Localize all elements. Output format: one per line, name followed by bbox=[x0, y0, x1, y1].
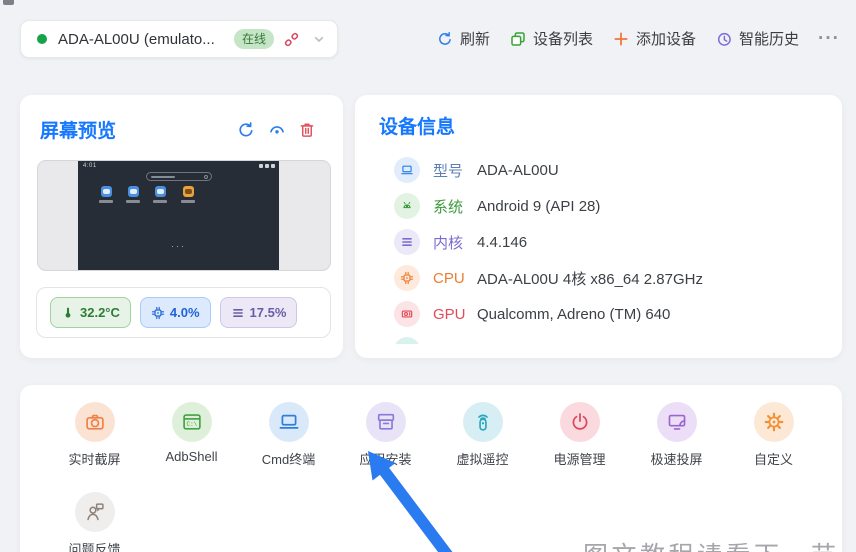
chevron-down-icon[interactable] bbox=[311, 31, 327, 47]
smart-history-label: 智能历史 bbox=[739, 31, 800, 48]
info-row-kernel: 内核 4.4.146 bbox=[355, 224, 842, 260]
online-status-dot-icon bbox=[37, 34, 47, 44]
tools-row-1: 实时截屏 C:\ AdbShell Cmd终端 应用安装 虚拟遥控 电源管理 极… bbox=[20, 385, 842, 468]
preview-actions bbox=[236, 120, 316, 140]
chip-icon bbox=[151, 306, 165, 320]
feedback-icon bbox=[74, 492, 115, 532]
gear-icon bbox=[753, 402, 794, 442]
info-row-gpu: GPU Qualcomm, Adreno (TM) 640 bbox=[355, 296, 842, 332]
device-screenshot-thumbnail[interactable]: 4:01 ··· bbox=[37, 160, 331, 271]
info-row-cpu: CPU ADA-AL00U 4核 x86_64 2.87GHz bbox=[355, 260, 842, 296]
online-status-badge: 在线 bbox=[233, 29, 274, 49]
screencast-icon bbox=[656, 402, 697, 442]
trash-icon[interactable] bbox=[298, 121, 316, 139]
tool-customize[interactable]: 自定义 bbox=[725, 402, 822, 468]
refresh-preview-icon[interactable] bbox=[236, 120, 256, 140]
search-widget bbox=[145, 172, 212, 181]
info-row-partial bbox=[355, 332, 842, 344]
app-icon-2 bbox=[128, 186, 139, 197]
svg-text:C:\: C:\ bbox=[186, 421, 197, 428]
memory-usage-value: 17.5% bbox=[249, 305, 287, 320]
cpu-usage-value: 4.0% bbox=[169, 305, 200, 320]
window-corner-artifact bbox=[3, 0, 14, 5]
page-indicator-dots: ··· bbox=[171, 241, 186, 251]
more-options-button[interactable]: ··· bbox=[818, 29, 840, 48]
info-row-system: 系统 Android 9 (API 28) bbox=[355, 188, 842, 224]
live-view-icon[interactable] bbox=[267, 120, 287, 140]
screen-preview-panel: 屏幕预览 4:01 ··· 32.2°C 4.0% 17.5% bbox=[20, 95, 343, 358]
thermometer-icon bbox=[61, 306, 75, 320]
app-icon-3 bbox=[155, 186, 166, 197]
device-list-label: 设备列表 bbox=[532, 31, 593, 48]
plus-icon bbox=[612, 30, 630, 48]
add-device-label: 添加设备 bbox=[635, 31, 696, 48]
app-icon-4 bbox=[183, 186, 194, 197]
refresh-button[interactable]: 刷新 bbox=[436, 28, 490, 49]
device-model-icon bbox=[394, 157, 420, 183]
kernel-icon bbox=[394, 229, 420, 255]
device-stats-box: 32.2°C 4.0% 17.5% bbox=[36, 287, 331, 338]
statusbar-icons bbox=[259, 164, 275, 168]
statusbar-time: 4:01 bbox=[83, 163, 97, 169]
screen-preview-title: 屏幕预览 bbox=[40, 121, 117, 142]
device-info-rows: 型号 ADA-AL00U 系统 Android 9 (API 28) 内核 4.… bbox=[355, 152, 842, 344]
device-list-button[interactable]: 设备列表 bbox=[509, 28, 593, 49]
refresh-icon bbox=[436, 30, 454, 48]
power-icon bbox=[559, 402, 600, 442]
tool-app-install[interactable]: 应用安装 bbox=[337, 402, 434, 468]
history-icon bbox=[715, 30, 733, 48]
temperature-value: 32.2°C bbox=[80, 305, 120, 320]
refresh-label: 刷新 bbox=[459, 31, 490, 48]
add-device-button[interactable]: 添加设备 bbox=[612, 28, 696, 49]
tools-panel: 实时截屏 C:\ AdbShell Cmd终端 应用安装 虚拟遥控 电源管理 极… bbox=[20, 385, 842, 552]
tool-screenshot[interactable]: 实时截屏 bbox=[46, 402, 143, 468]
terminal-icon: C:\ bbox=[171, 402, 212, 442]
top-toolbar: 刷新 设备列表 添加设备 智能历史 ··· bbox=[436, 28, 840, 49]
tool-power-management[interactable]: 电源管理 bbox=[531, 402, 628, 468]
install-box-icon bbox=[365, 402, 406, 442]
tool-feedback[interactable]: 问题反馈 bbox=[46, 492, 143, 552]
memory-icon bbox=[231, 306, 245, 320]
tool-screencast[interactable]: 极速投屏 bbox=[628, 402, 725, 468]
resolution-icon bbox=[394, 337, 420, 344]
info-row-model: 型号 ADA-AL00U bbox=[355, 152, 842, 188]
smart-history-button[interactable]: 智能历史 bbox=[715, 28, 799, 49]
app-icon-1 bbox=[101, 186, 112, 197]
device-info-panel: 设备信息 型号 ADA-AL00U 系统 Android 9 (API 28) bbox=[355, 95, 842, 358]
device-name: ADA-AL00U (emulato... bbox=[58, 30, 215, 48]
disconnect-icon[interactable] bbox=[282, 30, 301, 49]
tool-virtual-remote[interactable]: 虚拟遥控 bbox=[434, 402, 531, 468]
remote-icon bbox=[462, 402, 503, 442]
tool-adbshell[interactable]: C:\ AdbShell bbox=[143, 402, 240, 468]
android-icon bbox=[394, 193, 420, 219]
temperature-badge: 32.2°C bbox=[50, 297, 131, 328]
cpu-icon bbox=[394, 265, 420, 291]
device-info-title: 设备信息 bbox=[379, 117, 456, 138]
cpu-usage-badge: 4.0% bbox=[139, 297, 211, 328]
memory-usage-badge: 17.5% bbox=[219, 297, 298, 328]
tool-cmd-terminal[interactable]: Cmd终端 bbox=[240, 402, 337, 468]
gpu-icon bbox=[394, 301, 420, 327]
clipped-caption-text: 图文教程请看下一节 bbox=[583, 536, 853, 552]
laptop-icon bbox=[268, 402, 309, 442]
device-list-icon bbox=[509, 30, 527, 48]
camera-icon bbox=[74, 402, 115, 442]
device-selector[interactable]: ADA-AL00U (emulato... 在线 bbox=[20, 20, 338, 58]
android-screen: 4:01 ··· bbox=[78, 161, 279, 270]
